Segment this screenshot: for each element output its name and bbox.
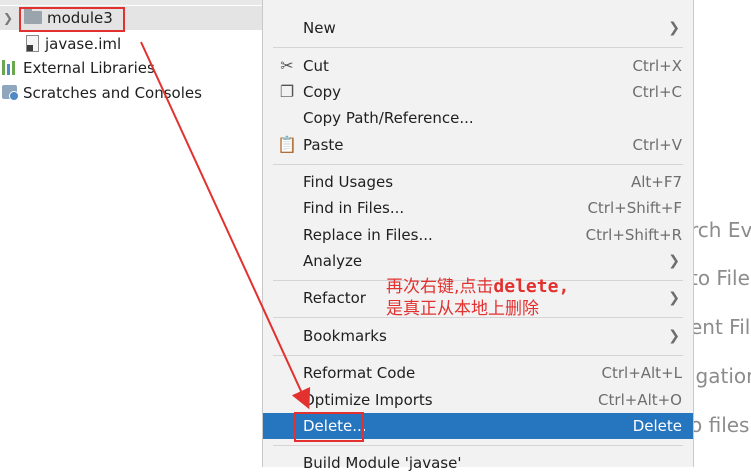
annotation-line-1: 再次右键,点击delete, bbox=[386, 276, 570, 297]
annotation-arrow bbox=[140, 41, 311, 410]
annotation-line-2: 是真正从本地上删除 bbox=[386, 299, 539, 319]
annotation-highlight-delete bbox=[294, 412, 364, 442]
annotation-text: 再次右键,点击delete, 是真正从本地上删除 bbox=[386, 276, 569, 320]
